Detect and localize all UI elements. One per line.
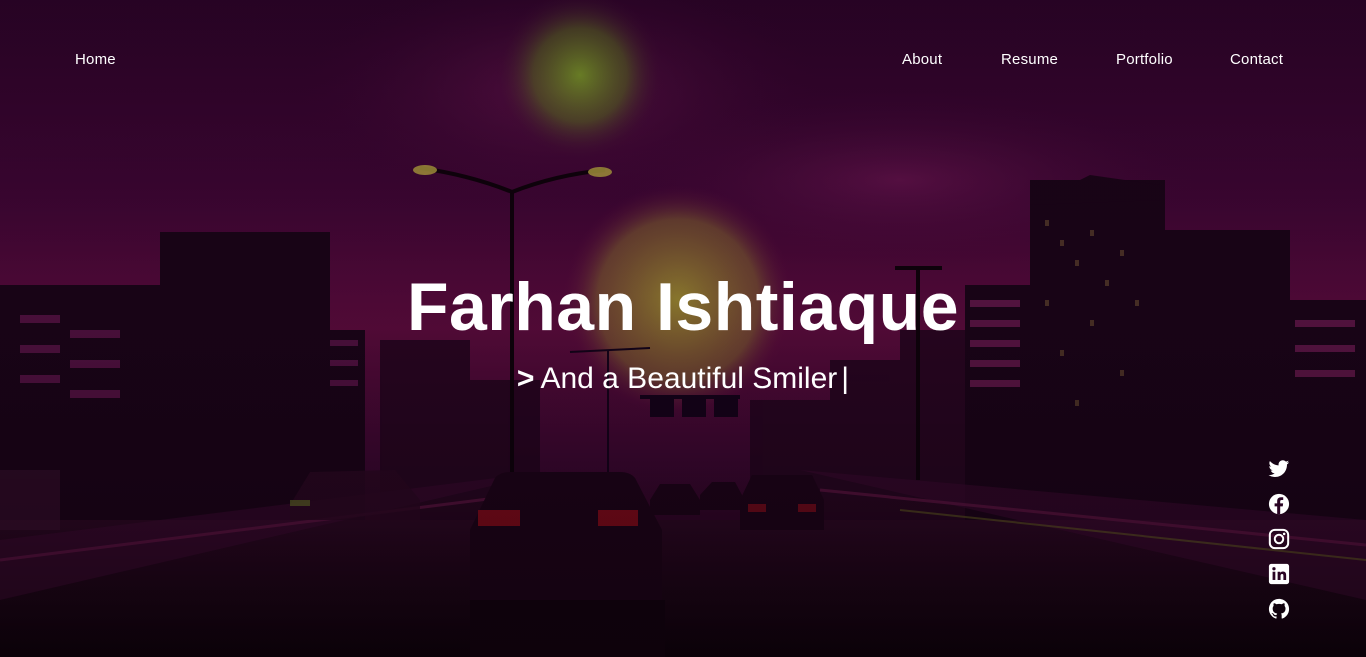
linkedin-icon[interactable] bbox=[1268, 563, 1290, 585]
twitter-icon[interactable] bbox=[1268, 458, 1290, 480]
social-links bbox=[1268, 458, 1292, 633]
hero-name: Farhan Ishtiaque bbox=[406, 269, 960, 345]
instagram-icon[interactable] bbox=[1268, 528, 1290, 550]
facebook-icon[interactable] bbox=[1268, 493, 1290, 515]
typing-cursor: | bbox=[841, 362, 850, 395]
nav-portfolio[interactable]: Portfolio bbox=[1116, 51, 1173, 68]
typed-tagline: > And a Beautiful Smiler | bbox=[0, 359, 1366, 399]
prompt-symbol: > bbox=[516, 362, 535, 395]
hero-section: Home About Resume Portfolio Contact Farh… bbox=[0, 0, 1366, 657]
github-icon[interactable] bbox=[1268, 598, 1290, 620]
nav-about[interactable]: About bbox=[902, 51, 942, 68]
tagline-text: And a Beautiful Smiler bbox=[540, 362, 838, 395]
nav-home[interactable]: Home bbox=[75, 51, 116, 68]
nav-resume[interactable]: Resume bbox=[1001, 51, 1058, 68]
nav-contact[interactable]: Contact bbox=[1230, 51, 1283, 68]
